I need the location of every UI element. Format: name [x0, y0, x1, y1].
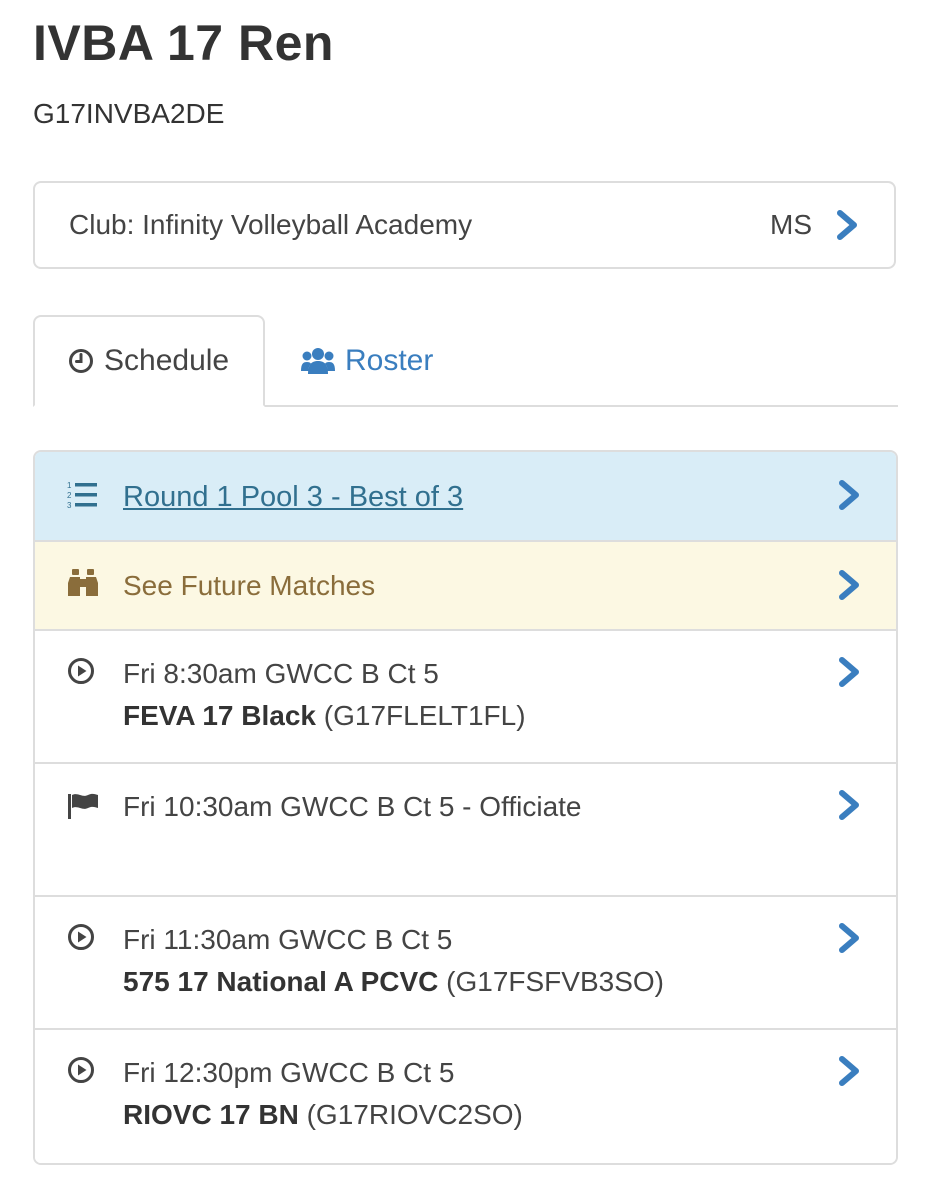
match-time-court: Fri 12:30pm GWCC B Ct 5 [123, 1057, 455, 1088]
chevron-right-icon [839, 790, 859, 820]
club-right: MS [770, 209, 860, 241]
chevron-right-icon [837, 210, 857, 240]
opponent-code: (G17FSFVB3SO) [446, 966, 664, 997]
svg-text:1: 1 [67, 481, 72, 490]
match-time-court: Fri 10:30am GWCC B Ct 5 - Officiate [123, 791, 582, 822]
match-opponent-line: RIOVC 17 BN (G17RIOVC2SO) [123, 1094, 523, 1136]
team-code: G17INVBA2DE [33, 98, 225, 129]
opponent-code: (G17FLELT1FL) [323, 700, 526, 731]
tab-schedule[interactable]: Schedule [33, 315, 265, 407]
match-time-court: Fri 11:30am GWCC B Ct 5 [123, 924, 453, 955]
club-state: MS [770, 209, 812, 240]
match-row[interactable]: Fri 10:30am GWCC B Ct 5 - Officiate [35, 764, 896, 897]
round-row[interactable]: 1 2 3 Round 1 Pool 3 - Best of 3 [35, 452, 896, 542]
tab-schedule-label: Schedule [104, 344, 230, 377]
match-row[interactable]: Fri 8:30am GWCC B Ct 5 FEVA 17 Black (G1… [35, 631, 896, 764]
match-info: Fri 8:30am GWCC B Ct 5 FEVA 17 Black (G1… [123, 653, 526, 737]
tab-roster[interactable]: Roster [301, 315, 433, 407]
flag-icon [68, 793, 98, 819]
opponent-name: 575 17 National A PCVC [123, 966, 439, 997]
play-circle-icon [68, 658, 94, 684]
tab-roster-label: Roster [345, 344, 434, 377]
future-matches-row[interactable]: See Future Matches [35, 542, 896, 631]
users-icon [301, 348, 335, 374]
opponent-name: FEVA 17 Black [123, 700, 316, 731]
match-info: Fri 11:30am GWCC B Ct 5 575 17 National … [123, 919, 664, 1003]
opponent-name: RIOVC 17 BN [123, 1099, 299, 1130]
page-title: IVBA 17 Ren [33, 15, 334, 71]
match-info: Fri 12:30pm GWCC B Ct 5 RIOVC 17 BN (G17… [123, 1052, 523, 1136]
ordered-list-icon: 1 2 3 [67, 481, 97, 510]
match-opponent-line: 575 17 National A PCVC (G17FSFVB3SO) [123, 961, 664, 1003]
match-info: Fri 10:30am GWCC B Ct 5 - Officiate [123, 786, 582, 828]
play-circle-icon [68, 1057, 94, 1083]
future-matches-label: See Future Matches [123, 570, 376, 601]
team-schedule-page: IVBA 17 Ren G17INVBA2DE Club: Infinity V… [0, 0, 930, 1200]
tab-bar: Schedule Roster [33, 315, 898, 407]
svg-text:3: 3 [67, 501, 72, 510]
binoculars-icon [68, 569, 98, 596]
match-time-court: Fri 8:30am GWCC B Ct 5 [123, 658, 439, 689]
clock-icon [69, 349, 93, 373]
play-circle-icon [68, 924, 94, 950]
match-opponent-line: FEVA 17 Black (G17FLELT1FL) [123, 695, 526, 737]
round-link[interactable]: Round 1 Pool 3 - Best of 3 [123, 476, 463, 518]
match-row[interactable]: Fri 12:30pm GWCC B Ct 5 RIOVC 17 BN (G17… [35, 1030, 896, 1163]
match-row[interactable]: Fri 11:30am GWCC B Ct 5 575 17 National … [35, 897, 896, 1030]
schedule-list: 1 2 3 Round 1 Pool 3 - Best of 3 See Fut… [33, 450, 898, 1165]
club-label: Club: Infinity Volleyball Academy [69, 209, 473, 240]
opponent-code: (G17RIOVC2SO) [306, 1099, 523, 1130]
club-panel[interactable]: Club: Infinity Volleyball Academy MS [33, 181, 896, 269]
chevron-right-icon [839, 570, 859, 600]
chevron-right-icon [839, 1056, 859, 1086]
svg-text:2: 2 [67, 491, 72, 500]
chevron-right-icon [839, 923, 859, 953]
chevron-right-icon [839, 657, 859, 687]
chevron-right-icon [839, 480, 859, 510]
